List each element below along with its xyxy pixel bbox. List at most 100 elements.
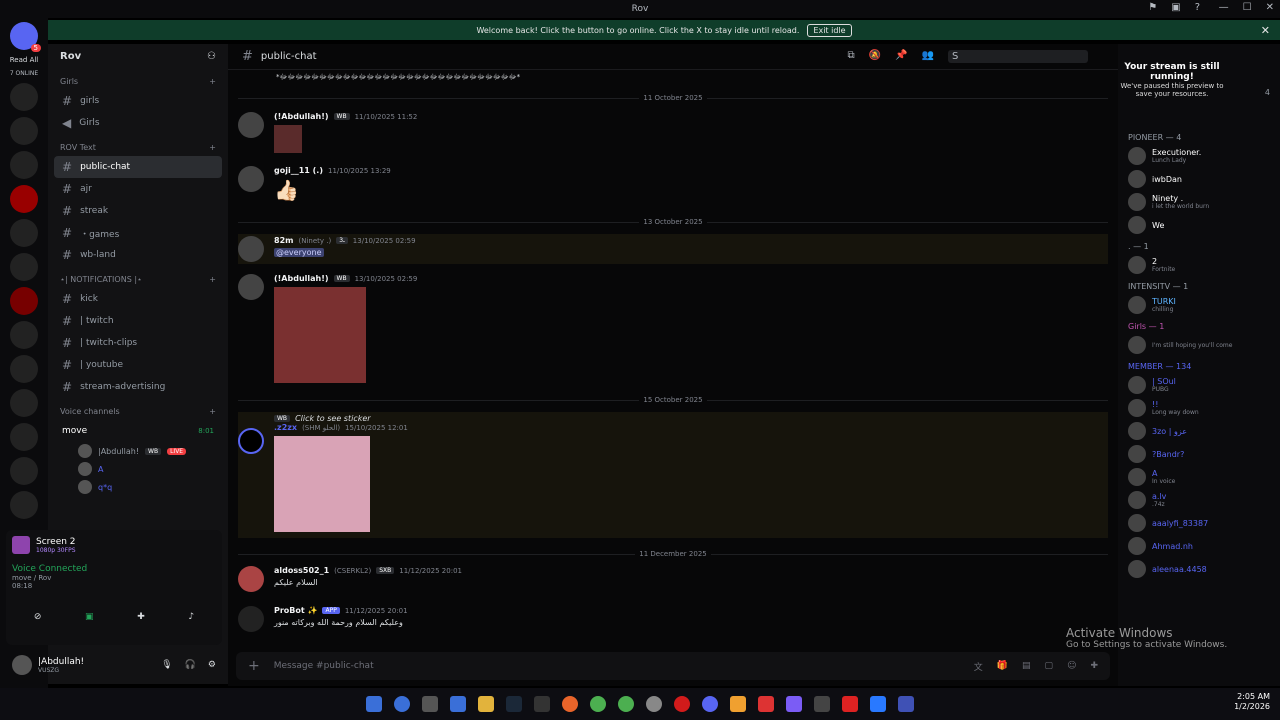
member-item[interactable]: 2 Fortnite <box>1128 256 1270 274</box>
app-icon[interactable] <box>814 696 830 712</box>
inbox-icon[interactable]: ⚑ <box>1148 2 1157 13</box>
image-attachment[interactable] <box>274 125 302 153</box>
maximize-button[interactable]: ☐ <box>1243 2 1252 13</box>
discord-icon[interactable] <box>702 696 718 712</box>
gif-icon[interactable]: ▤ <box>1022 661 1031 671</box>
server-icon[interactable] <box>10 355 38 383</box>
server-icon[interactable] <box>10 457 38 485</box>
server-icon[interactable] <box>10 83 38 111</box>
steam-icon[interactable] <box>506 696 522 712</box>
member-item[interactable]: Ninety .i let the world burn <box>1128 193 1270 211</box>
avatar[interactable] <box>238 166 264 192</box>
app-icon[interactable] <box>870 696 886 712</box>
app-icon[interactable] <box>898 696 914 712</box>
translate-icon[interactable]: 文 <box>974 660 983 673</box>
server-icon[interactable] <box>10 219 38 247</box>
member-item[interactable]: We <box>1128 216 1270 234</box>
threads-icon[interactable]: ⧉ <box>848 50 855 63</box>
help-icon[interactable]: ? <box>1195 2 1200 13</box>
app-icon[interactable] <box>786 696 802 712</box>
voice-channel-move[interactable]: move 8:01 <box>48 420 228 442</box>
server-icon[interactable] <box>10 185 38 213</box>
avatar[interactable] <box>238 236 264 262</box>
system-clock[interactable]: 2:05 AM 1/2/2026 <box>1234 692 1270 712</box>
category-rov-text[interactable]: ROV Text + <box>48 138 228 156</box>
screen-share-icon[interactable]: ▣ <box>85 612 94 622</box>
member-item[interactable]: !! Long way down <box>1128 399 1270 417</box>
server-header[interactable]: Rov ⚇ <box>48 44 228 68</box>
app-icon[interactable] <box>758 696 774 712</box>
channel-item[interactable]: ◀ Girls <box>48 112 228 134</box>
app-icon[interactable] <box>534 696 550 712</box>
apps-icon[interactable]: ✚ <box>1090 661 1098 671</box>
avatar[interactable] <box>12 655 32 675</box>
start-icon[interactable] <box>366 696 382 712</box>
add-friend-icon[interactable]: ⚇ <box>207 51 216 62</box>
chrome-icon[interactable] <box>618 696 634 712</box>
monitor-icon[interactable]: ▣ <box>1171 2 1180 13</box>
sticker[interactable] <box>274 436 370 532</box>
channel-item[interactable]: # ajr <box>48 178 228 200</box>
pin-icon[interactable]: 📌 <box>895 50 907 63</box>
channel-item[interactable]: # ・games <box>48 222 228 244</box>
close-button[interactable]: ✕ <box>1266 2 1274 13</box>
search-input[interactable]: S <box>948 50 1088 63</box>
channel-item[interactable]: # | youtube <box>48 354 228 376</box>
server-icon[interactable] <box>10 389 38 417</box>
member-item[interactable]: aaalyfi_83387 <box>1128 514 1270 532</box>
image-attachment[interactable] <box>274 287 366 383</box>
sticker-icon[interactable]: ▢ <box>1045 661 1054 671</box>
mention[interactable]: @everyone <box>274 248 324 257</box>
channel-item[interactable]: # stream-advertising <box>48 376 228 398</box>
app-icon[interactable] <box>842 696 858 712</box>
activities-icon[interactable]: ✚ <box>137 612 145 622</box>
server-icon[interactable] <box>10 151 38 179</box>
gift-icon[interactable]: 🎁 <box>997 661 1008 671</box>
app-icon[interactable] <box>646 696 662 712</box>
read-all-button[interactable]: Read All <box>10 56 39 64</box>
category-notifications[interactable]: ⋆| NOTIFICATIONS |⋆ + <box>48 270 228 288</box>
member-item[interactable]: Executioner. Lunch Lady <box>1128 147 1270 165</box>
avatar[interactable] <box>238 274 264 300</box>
store-icon[interactable] <box>450 696 466 712</box>
close-icon[interactable]: ✕ <box>1261 24 1270 37</box>
category-voice[interactable]: Voice channels + <box>48 402 228 420</box>
voice-channel-path[interactable]: move / Rov <box>12 574 216 582</box>
headphones-icon[interactable]: 🎧 <box>185 660 196 670</box>
category-girls[interactable]: Girls + <box>48 72 228 90</box>
channel-item[interactable]: # | twitch <box>48 310 228 332</box>
edge-icon[interactable] <box>394 696 410 712</box>
member-item[interactable]: aleenaa.4458 <box>1128 560 1270 578</box>
chrome-icon[interactable] <box>590 696 606 712</box>
app-icon[interactable] <box>730 696 746 712</box>
folder-icon[interactable] <box>478 696 494 712</box>
channel-item[interactable]: # streak <box>48 200 228 222</box>
discord-home-icon[interactable]: 5 <box>10 22 41 52</box>
channel-item[interactable]: # | twitch-clips <box>48 332 228 354</box>
soundboard-icon[interactable]: ♪ <box>188 612 194 622</box>
message-input[interactable]: Message #public-chat <box>274 661 960 671</box>
channel-item[interactable]: # girls <box>48 90 228 112</box>
channel-item[interactable]: # wb-land <box>48 244 228 266</box>
server-icon[interactable] <box>10 321 38 349</box>
avatar[interactable] <box>238 428 264 454</box>
member-item[interactable]: ?Bandr? <box>1128 445 1270 463</box>
server-icon[interactable] <box>10 287 38 315</box>
server-icon[interactable] <box>10 491 38 519</box>
member-item[interactable]: A In voice <box>1128 468 1270 486</box>
camera-off-icon[interactable]: ⊘ <box>34 612 42 622</box>
avatar[interactable] <box>238 606 264 632</box>
gear-icon[interactable]: ⚙ <box>208 660 216 670</box>
server-icon[interactable] <box>10 253 38 281</box>
exit-idle-button[interactable]: Exit idle <box>807 23 852 37</box>
member-item[interactable]: Ahmad.nh <box>1128 537 1270 555</box>
channel-item[interactable]: # kick <box>48 288 228 310</box>
avatar[interactable] <box>238 566 264 592</box>
minimize-button[interactable]: — <box>1219 2 1229 13</box>
mic-icon[interactable]: 🎙 <box>161 660 172 670</box>
add-attachment-icon[interactable]: + <box>248 658 260 674</box>
voice-user[interactable]: A <box>48 460 228 478</box>
member-item[interactable]: 3zo | عزو <box>1128 422 1270 440</box>
member-item[interactable]: | SOul PUBG <box>1128 376 1270 394</box>
member-item[interactable]: I'm still hoping you'll come <box>1128 336 1270 354</box>
